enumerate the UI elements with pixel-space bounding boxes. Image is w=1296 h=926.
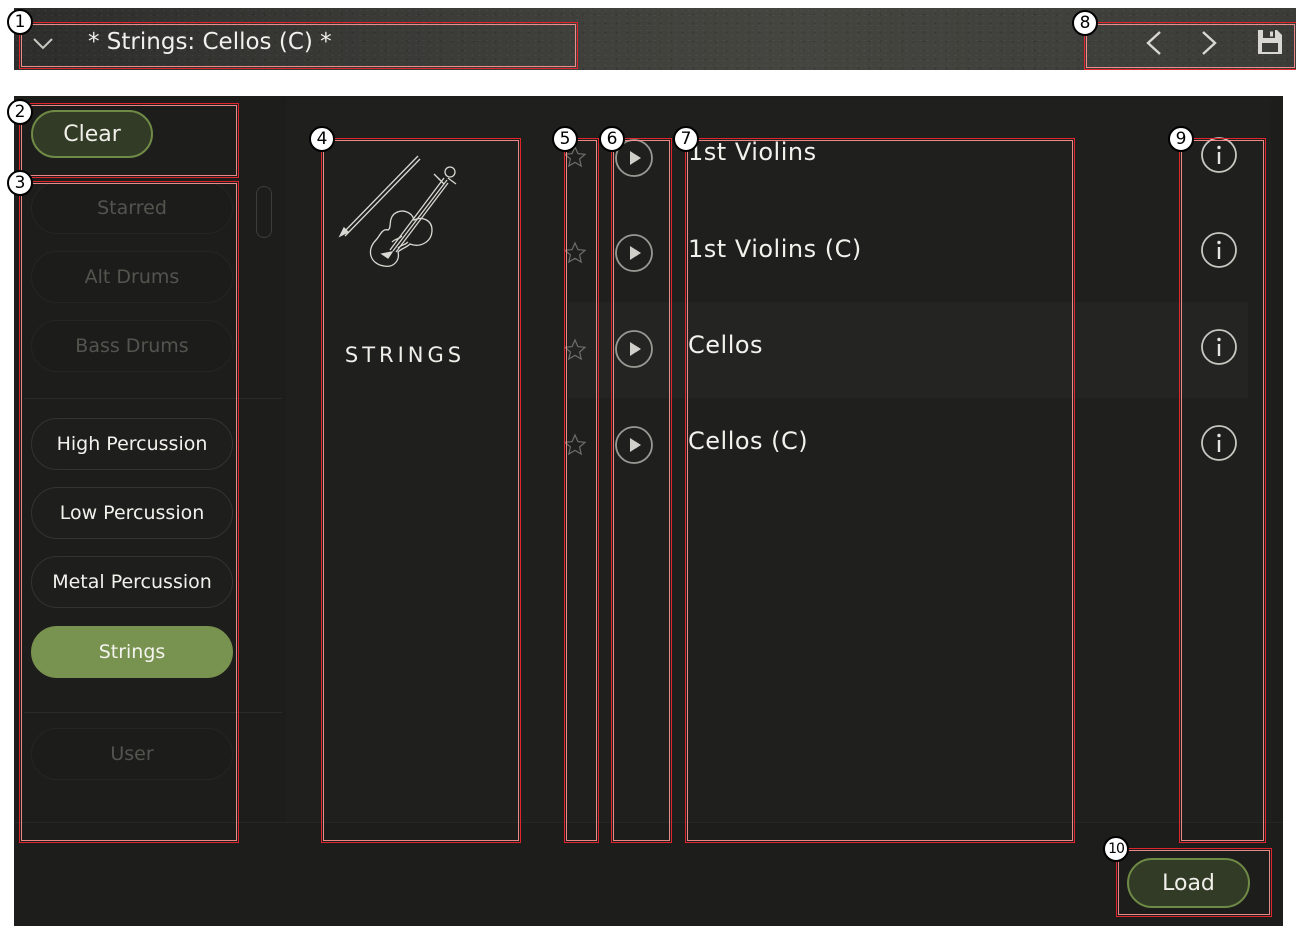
- play-icon[interactable]: [614, 233, 654, 273]
- preset-item-label[interactable]: 1st Violins (C): [688, 235, 862, 263]
- clear-button[interactable]: Clear: [31, 110, 153, 158]
- play-icon[interactable]: [614, 425, 654, 465]
- annotation-badge: 6: [599, 126, 625, 152]
- annotation-badge: 10: [1103, 836, 1129, 862]
- annotation-badge: 5: [552, 126, 578, 152]
- category-low-percussion[interactable]: Low Percussion: [31, 487, 233, 539]
- preset-item-label[interactable]: Cellos: [688, 331, 763, 359]
- preset-name: * Strings: Cellos (C) *: [88, 29, 332, 55]
- star-icon[interactable]: [563, 433, 587, 457]
- category-bass-drums[interactable]: Bass Drums: [31, 320, 233, 372]
- load-button[interactable]: Load: [1127, 858, 1250, 908]
- preset-row-highlight: [568, 302, 1248, 398]
- category-high-percussion[interactable]: High Percussion: [31, 418, 233, 470]
- category-scrollbar[interactable]: [256, 186, 272, 238]
- category-divider: [24, 712, 282, 713]
- category-metal-percussion[interactable]: Metal Percussion: [31, 556, 233, 608]
- info-icon[interactable]: [1200, 424, 1238, 462]
- info-icon[interactable]: [1200, 136, 1238, 174]
- violin-icon: [338, 155, 457, 267]
- info-icon[interactable]: [1200, 328, 1238, 366]
- preset-item-label[interactable]: 1st Violins: [688, 138, 817, 166]
- chevron-left-icon[interactable]: [1143, 30, 1165, 56]
- footer-divider: [14, 822, 1283, 823]
- annotation-badge: 1: [7, 9, 33, 35]
- annotation-badge: 7: [673, 126, 699, 152]
- info-icon[interactable]: [1200, 231, 1238, 269]
- category-divider: [24, 398, 282, 399]
- annotation-badge: 2: [7, 99, 33, 125]
- annotation-badge: 4: [309, 126, 335, 152]
- annotation-badge: 3: [7, 170, 33, 196]
- save-icon[interactable]: [1256, 28, 1284, 56]
- star-icon[interactable]: [563, 338, 587, 362]
- category-strings[interactable]: Strings: [31, 626, 233, 678]
- play-icon[interactable]: [614, 329, 654, 369]
- annotation-badge: 8: [1072, 10, 1098, 36]
- preset-item-label[interactable]: Cellos (C): [688, 427, 808, 455]
- category-title: STRINGS: [344, 343, 466, 367]
- category-starred[interactable]: Starred: [31, 182, 233, 234]
- category-alt-drums[interactable]: Alt Drums: [31, 251, 233, 303]
- category-user[interactable]: User: [31, 728, 233, 780]
- star-icon[interactable]: [563, 241, 587, 265]
- chevron-right-icon[interactable]: [1198, 30, 1220, 56]
- chevron-down-icon[interactable]: [32, 34, 54, 52]
- annotation-badge: 9: [1168, 126, 1194, 152]
